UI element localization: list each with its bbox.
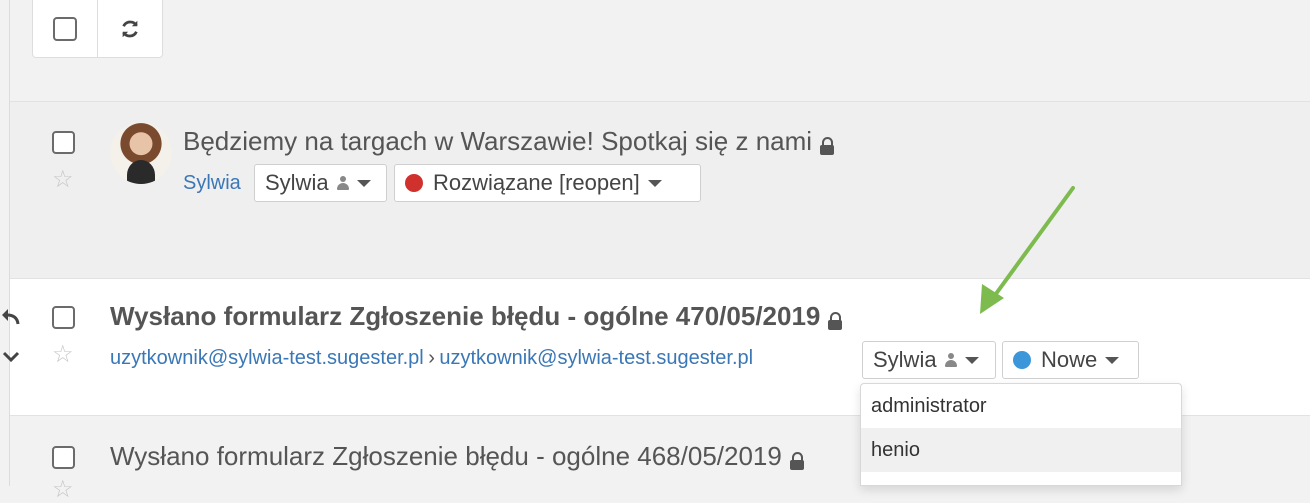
user-icon [944,353,957,367]
unlock-icon [828,311,843,330]
status-dropdown[interactable]: Rozwiązane [reopen] [394,164,701,202]
avatar [110,122,172,184]
reply-icon[interactable] [0,306,22,326]
unlock-icon [789,451,804,470]
status-dot [405,174,423,192]
row-checkbox[interactable] [52,306,75,329]
status-dot [1013,351,1031,369]
separator: › [428,347,435,369]
annotation-arrow-icon [980,186,1075,314]
ticket-subject-line[interactable]: Wysłano formularz Zgłoszenie błędu - ogó… [110,441,804,472]
star-icon[interactable]: ☆ [52,343,74,367]
assignee-menu: administrator henio [860,383,1182,486]
sender-link[interactable]: Sylwia [183,172,241,195]
row-checkbox[interactable] [52,446,75,469]
row-checkbox[interactable] [52,131,75,154]
address-line: uzytkownik@sylwia-test.sugester.pl › uzy… [110,347,753,370]
assignee-label: Sylwia [873,347,937,372]
select-all-button[interactable] [33,0,97,57]
checkbox-icon[interactable] [53,16,77,41]
star-icon[interactable]: ☆ [52,168,74,192]
to-link[interactable]: uzytkownik@sylwia-test.sugester.pl [439,347,753,369]
assignee-dropdown[interactable]: Sylwia [862,341,996,379]
star-icon[interactable]: ☆ [52,478,74,502]
menu-item-administrator[interactable]: administrator [861,384,1181,428]
user-icon [336,176,349,190]
status-label: Rozwiązane [reopen] [433,170,640,195]
chevron-down-icon [964,356,979,364]
chevron-down-icon [1105,356,1120,364]
assignee-label: Sylwia [265,170,329,195]
assignee-dropdown[interactable]: Sylwia [254,164,387,202]
status-dropdown[interactable]: Nowe [1002,341,1139,379]
refresh-button[interactable] [97,0,162,57]
ticket-subject-line[interactable]: Wysłano formularz Zgłoszenie błędu - ogó… [110,301,843,332]
refresh-icon [122,20,138,37]
ticket-subject[interactable]: Wysłano formularz Zgłoszenie błędu - ogó… [110,301,820,331]
chevron-down-icon[interactable] [2,350,20,364]
chevron-down-icon [647,179,662,187]
list-toolbar [32,0,163,58]
chevron-down-icon [356,179,371,187]
menu-item-henio[interactable]: henio [861,428,1181,472]
from-link[interactable]: uzytkownik@sylwia-test.sugester.pl [110,347,424,369]
ticket-subject-line[interactable]: Będziemy na targach w Warszawie! Spotkaj… [183,126,835,157]
ticket-subject[interactable]: Wysłano formularz Zgłoszenie błędu - ogó… [110,441,782,471]
status-label: Nowe [1041,347,1098,372]
ticket-row[interactable]: ☆ Będziemy na targach w Warszawie! Spotk… [10,101,1310,278]
ticket-subject[interactable]: Będziemy na targach w Warszawie! Spotkaj… [183,126,812,156]
unlock-icon [820,136,835,155]
